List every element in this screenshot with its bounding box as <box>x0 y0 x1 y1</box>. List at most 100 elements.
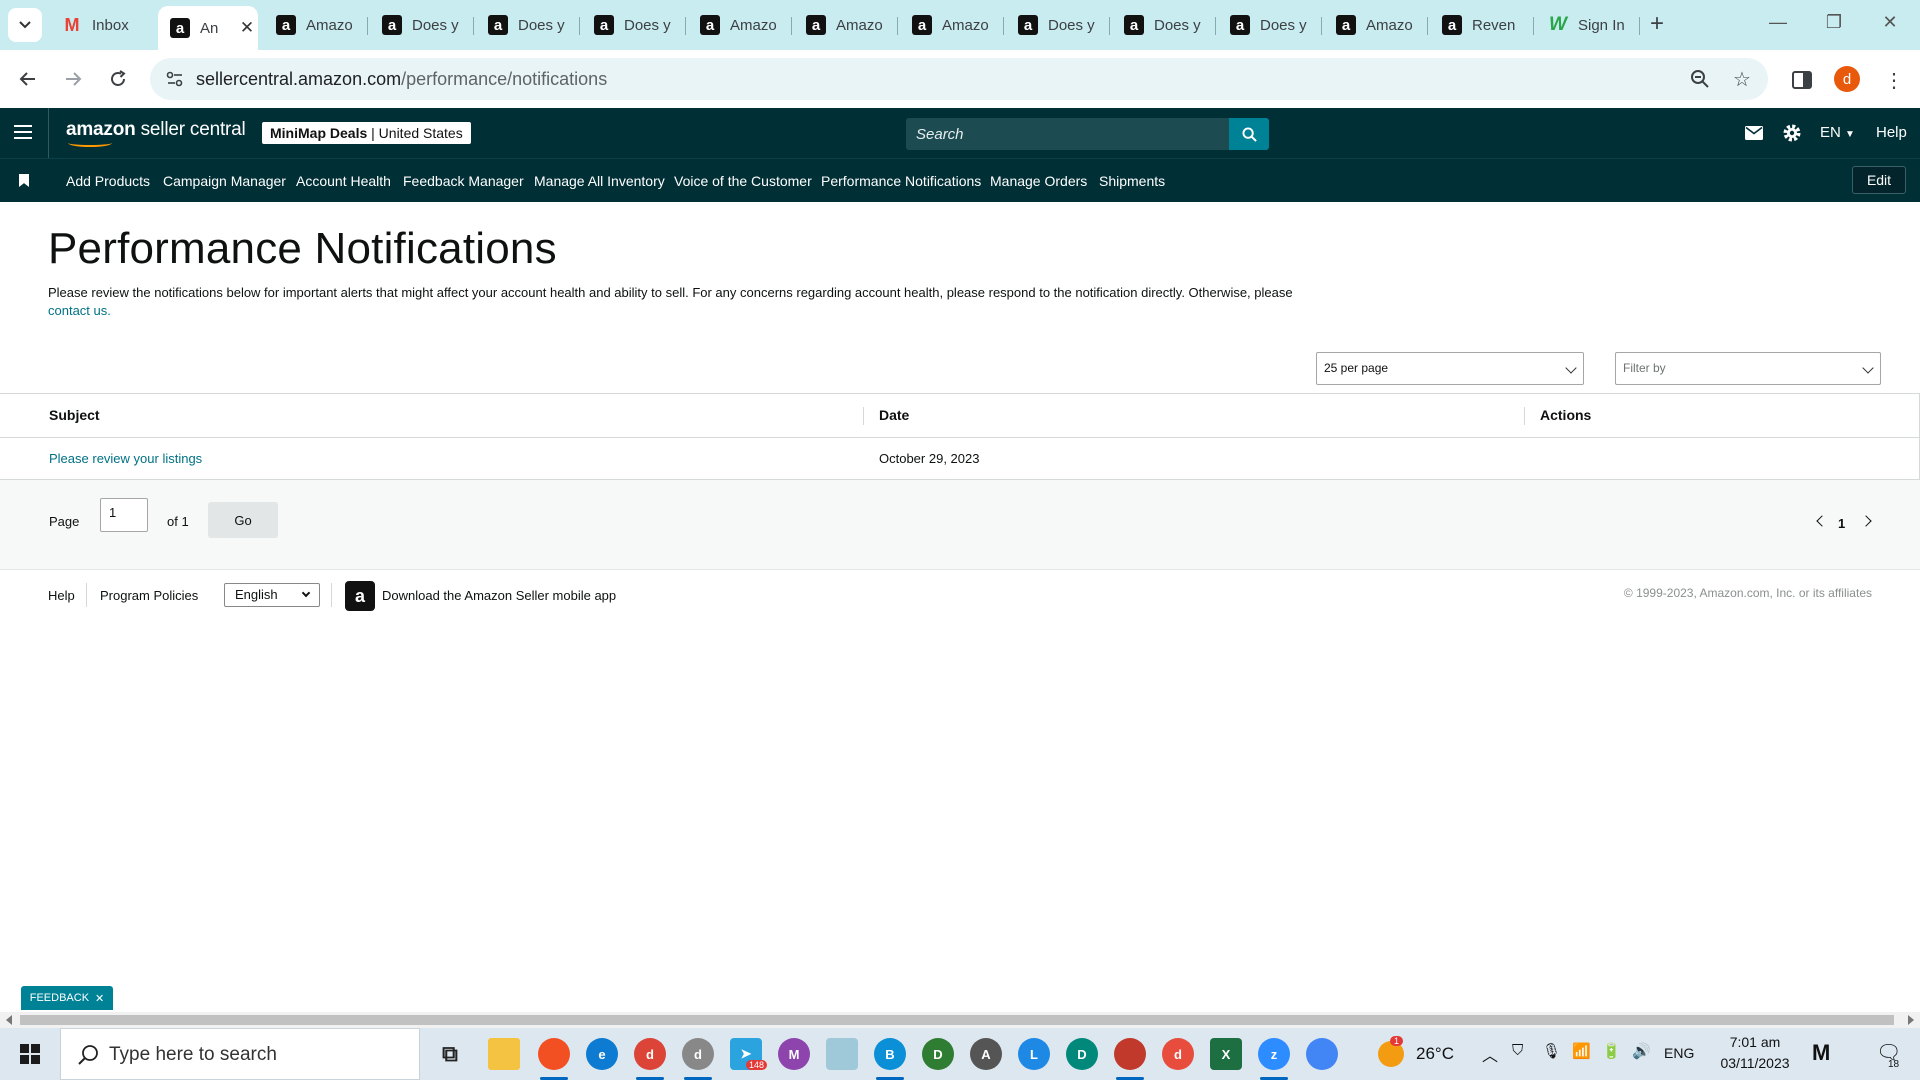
contact-us-link[interactable]: contact us. <box>48 303 111 318</box>
nav-link-performance-notifications[interactable]: Performance Notifications <box>821 173 981 189</box>
chrome-profile-icon[interactable]: A <box>970 1038 1002 1070</box>
microphone-icon[interactable]: 🎙 <box>1542 1042 1561 1060</box>
scroll-left-icon[interactable] <box>6 1015 12 1025</box>
language-selector[interactable]: EN ▼ <box>1820 124 1855 141</box>
browser-tab[interactable]: a Amazo <box>264 8 368 42</box>
page-number-input[interactable]: 1 <box>100 498 148 532</box>
more-menu-icon[interactable]: ⋮ <box>1882 68 1906 92</box>
download-app-link[interactable]: Download the Amazon Seller mobile app <box>382 588 616 603</box>
chrome-profile-icon[interactable]: D <box>922 1038 954 1070</box>
column-header-subject[interactable]: Subject <box>49 407 100 423</box>
browser-tab[interactable]: a Reven <box>1430 8 1534 42</box>
clock-date[interactable]: 03/11/2023 <box>1710 1055 1800 1071</box>
side-panel-icon[interactable] <box>1790 68 1814 92</box>
browser-tab[interactable]: a Amazo <box>794 8 898 42</box>
horizontal-scrollbar[interactable] <box>0 1012 1920 1028</box>
weather-temperature[interactable]: 26°C <box>1416 1044 1454 1064</box>
excel-icon[interactable]: X <box>1210 1038 1242 1070</box>
store-switcher[interactable]: MiniMap Deals | United States <box>262 122 471 144</box>
taskbar-search-box[interactable]: Type here to search <box>60 1028 420 1080</box>
browser-tab[interactable]: a Amazo <box>900 8 1004 42</box>
windows-start-icon[interactable] <box>20 1044 40 1064</box>
go-button[interactable]: Go <box>208 502 278 538</box>
reload-button[interactable] <box>103 64 133 94</box>
footer-program-policies-link[interactable]: Program Policies <box>100 588 198 603</box>
clock-time[interactable]: 7:01 am <box>1720 1034 1790 1050</box>
feedback-button[interactable]: FEEDBACK ✕ <box>21 986 113 1010</box>
help-link[interactable]: Help <box>1876 124 1907 141</box>
hamburger-menu-icon[interactable] <box>14 125 32 139</box>
gear-icon[interactable] <box>1782 123 1802 143</box>
browser-tab[interactable]: a Amazo <box>688 8 792 42</box>
chrome-profile-icon[interactable]: d <box>682 1038 714 1070</box>
notes-icon[interactable] <box>826 1038 858 1070</box>
chevron-up-icon[interactable]: ︿ <box>1482 1042 1498 1066</box>
battery-icon[interactable]: 🔋 <box>1602 1042 1621 1060</box>
footer-language-select[interactable]: English <box>224 583 320 607</box>
zoom-app-icon[interactable]: z <box>1258 1038 1290 1070</box>
tab-search-button[interactable] <box>8 8 42 42</box>
nav-link-account-health[interactable]: Account Health <box>296 173 391 189</box>
scroll-right-icon[interactable] <box>1908 1015 1914 1025</box>
window-close-icon[interactable]: ✕ <box>1870 12 1910 33</box>
file-explorer-icon[interactable] <box>488 1038 520 1070</box>
zoom-icon[interactable] <box>1688 67 1712 91</box>
nav-link-campaign-manager[interactable]: Campaign Manager <box>163 173 286 189</box>
amazon-app-icon[interactable]: a <box>345 581 375 611</box>
site-info-icon[interactable] <box>164 68 186 90</box>
nav-link-manage-all-inventory[interactable]: Manage All Inventory <box>534 173 665 189</box>
nav-link-voice-of-the-customer[interactable]: Voice of the Customer <box>674 173 812 189</box>
browser-tab-active[interactable]: a An ✕ <box>158 6 258 50</box>
back-button[interactable] <box>13 64 43 94</box>
chrome-profile-icon[interactable]: D <box>1066 1038 1098 1070</box>
browser-tab[interactable]: a Does y <box>476 8 580 42</box>
seller-central-logo[interactable]: amazon seller central <box>66 119 246 147</box>
wifi-icon[interactable]: 📶 <box>1572 1042 1591 1060</box>
seller-search-box[interactable]: Search <box>906 118 1269 150</box>
snipping-tool-icon[interactable] <box>538 1038 570 1070</box>
security-icon[interactable]: ⛉ <box>1512 1042 1523 1059</box>
filter-select[interactable]: Filter by <box>1615 352 1881 385</box>
chrome-profile-icon[interactable]: d <box>1162 1038 1194 1070</box>
notification-subject-link[interactable]: Please review your listings <box>49 451 202 466</box>
bookmark-star-icon[interactable]: ☆ <box>1730 67 1754 91</box>
footer-help-link[interactable]: Help <box>48 588 75 603</box>
restore-icon[interactable]: ❐ <box>1814 12 1854 33</box>
forward-button[interactable] <box>58 64 88 94</box>
chrome-profile-icon[interactable]: d <box>634 1038 666 1070</box>
search-input[interactable]: Search <box>916 126 964 143</box>
chrome-profile-icon[interactable]: L <box>1018 1038 1050 1070</box>
column-header-date[interactable]: Date <box>879 407 909 423</box>
previous-page-icon[interactable] <box>1816 515 1828 527</box>
new-tab-button[interactable]: + <box>1650 12 1664 36</box>
browser-tab[interactable]: a Amazo <box>1324 8 1428 42</box>
chrome-profile-icon[interactable]: B <box>874 1038 906 1070</box>
meet-now-icon[interactable]: M <box>1812 1040 1830 1066</box>
edit-bookmarks-button[interactable]: Edit <box>1852 166 1906 194</box>
address-bar[interactable]: sellercentral.amazon.com/performance/not… <box>150 58 1768 100</box>
profile-avatar[interactable]: d <box>1834 66 1860 92</box>
task-view-icon[interactable]: ⧉ <box>434 1038 466 1070</box>
nav-link-add-products[interactable]: Add Products <box>66 173 150 189</box>
scrollbar-thumb[interactable] <box>20 1015 1894 1025</box>
per-page-select[interactable]: 25 per page <box>1316 352 1584 385</box>
nav-link-shipments[interactable]: Shipments <box>1099 173 1165 189</box>
edge-icon[interactable]: e <box>586 1038 618 1070</box>
chrome-icon[interactable] <box>1306 1038 1338 1070</box>
next-page-icon[interactable] <box>1860 515 1872 527</box>
close-icon[interactable]: ✕ <box>236 18 258 38</box>
browser-tab[interactable]: a Does y <box>582 8 686 42</box>
current-page-number[interactable]: 1 <box>1838 516 1845 531</box>
search-button[interactable] <box>1229 118 1269 150</box>
browser-tab[interactable]: a Does y <box>1218 8 1322 42</box>
minimize-icon[interactable]: — <box>1758 12 1798 33</box>
speaker-icon[interactable]: 🔊 <box>1632 1042 1651 1060</box>
browser-tab[interactable]: W Sign In <box>1536 8 1640 42</box>
bookmark-icon[interactable] <box>19 174 29 187</box>
chrome-profile-icon[interactable] <box>1114 1038 1146 1070</box>
mail-icon[interactable] <box>1744 123 1764 143</box>
browser-tab[interactable]: M Inbox <box>50 8 154 42</box>
close-icon[interactable]: ✕ <box>95 992 104 1005</box>
browser-tab[interactable]: a Does y <box>1006 8 1110 42</box>
browser-tab[interactable]: a Does y <box>370 8 474 42</box>
